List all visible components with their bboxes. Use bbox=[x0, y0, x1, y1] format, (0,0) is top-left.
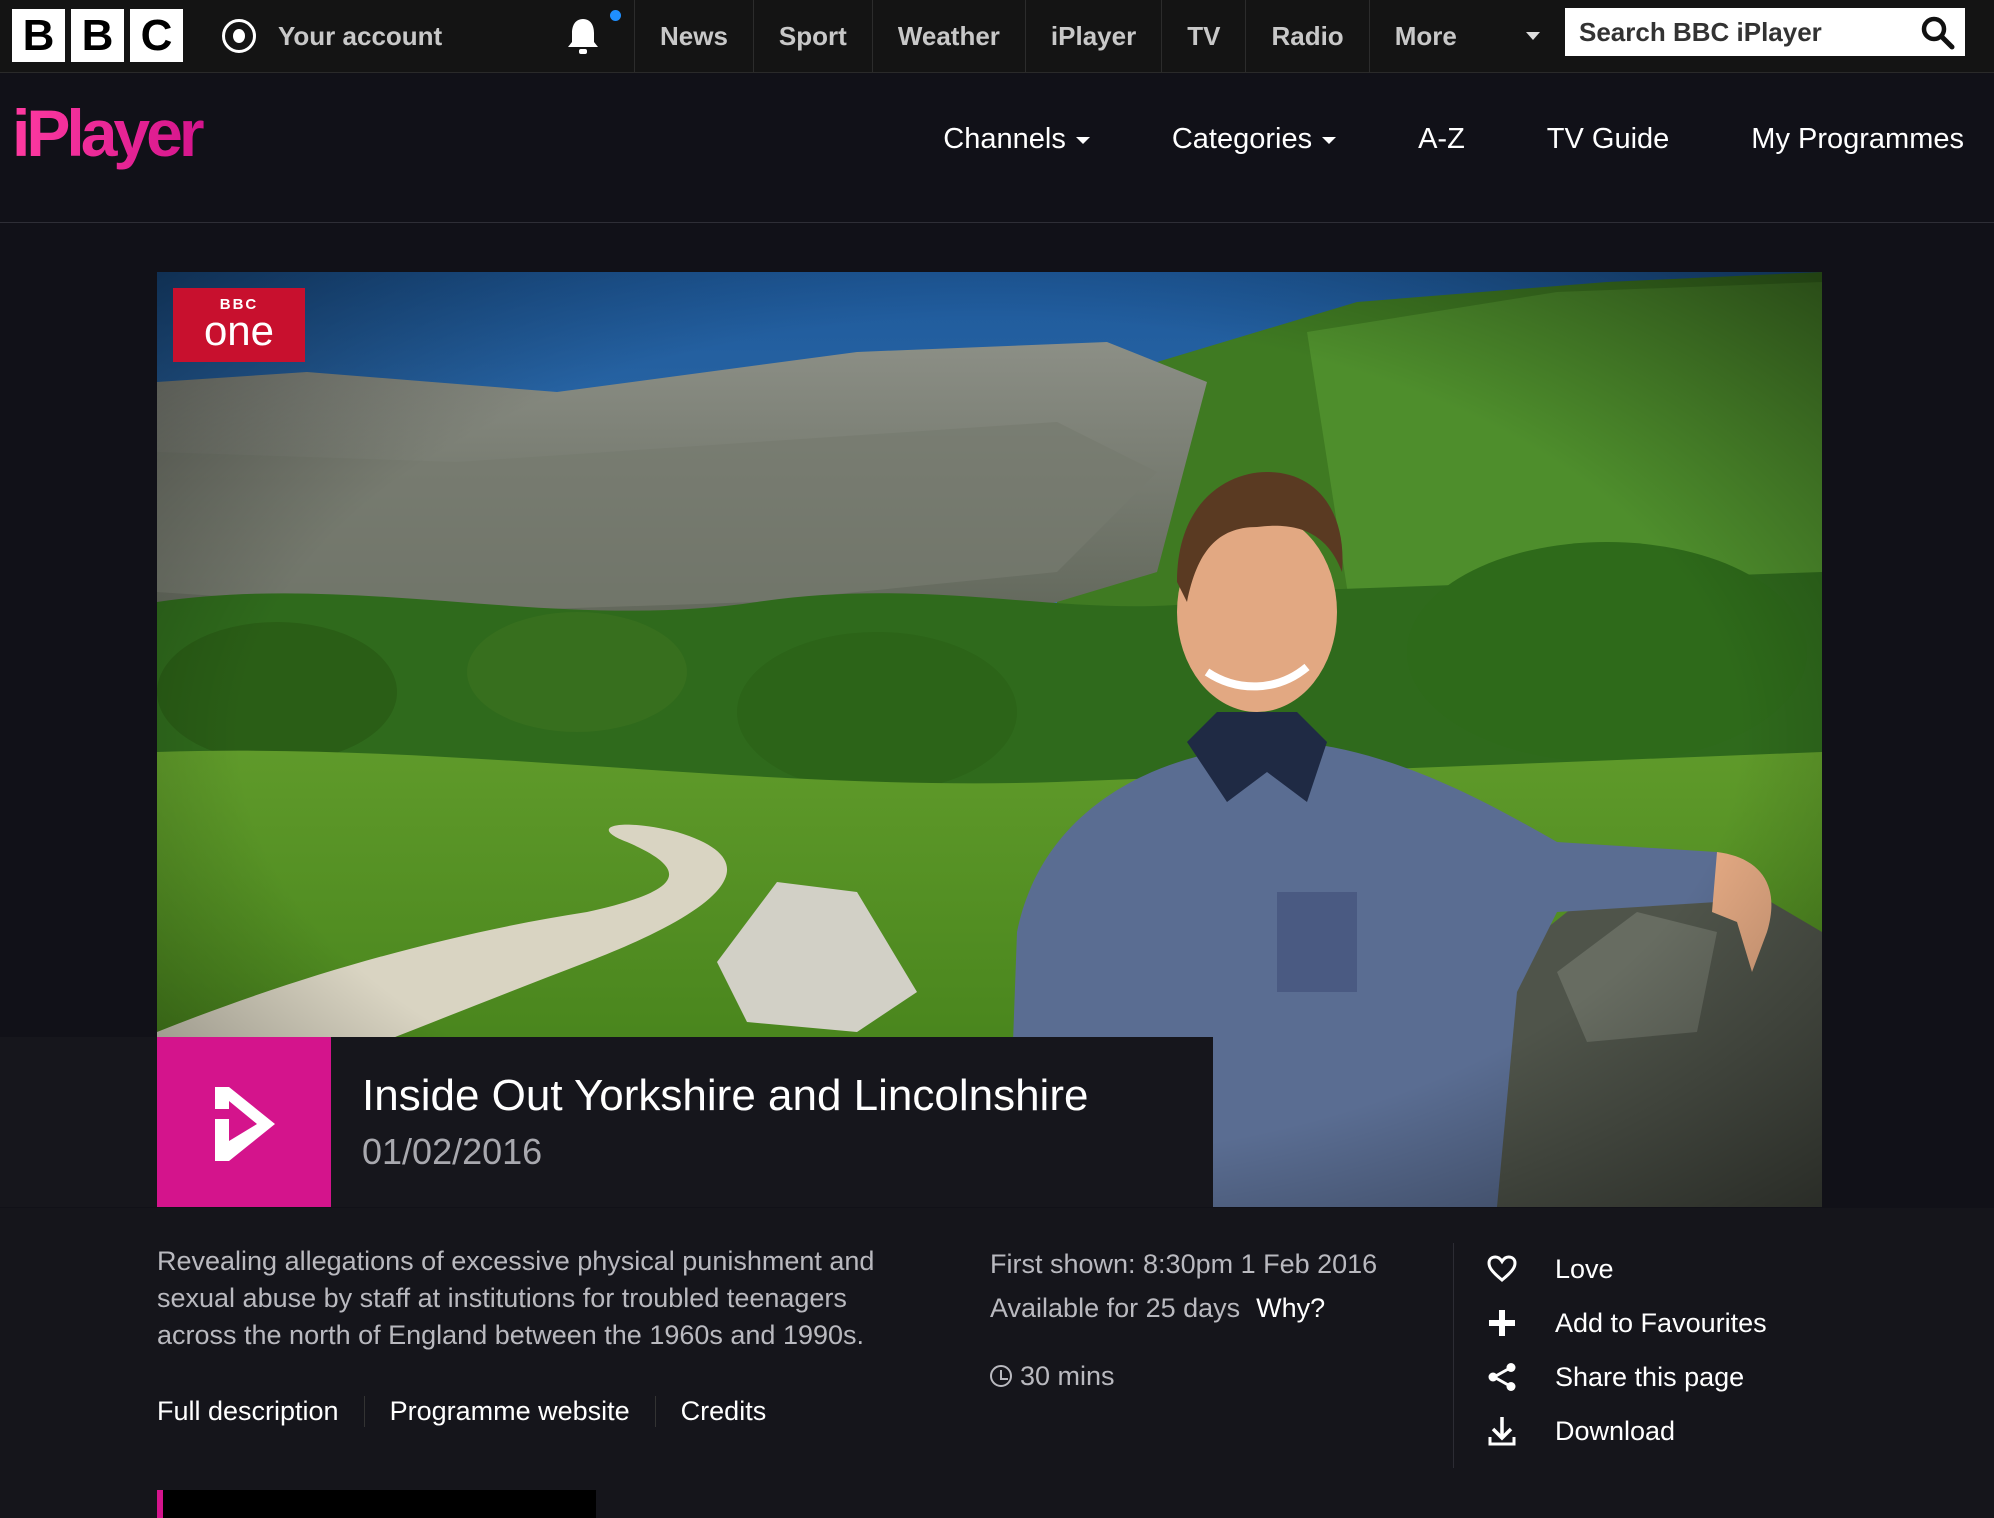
notification-bell-icon[interactable] bbox=[565, 16, 601, 56]
share-icon bbox=[1488, 1363, 1516, 1391]
first-shown: First shown: 8:30pm 1 Feb 2016 bbox=[990, 1249, 1378, 1279]
episodes-panel-edge bbox=[157, 1490, 596, 1518]
nav-weather[interactable]: Weather bbox=[871, 0, 1025, 72]
bbc-one-channel-badge: BBC one bbox=[173, 288, 305, 362]
nav-tv[interactable]: TV bbox=[1161, 0, 1245, 72]
availability: Available for 25 days bbox=[990, 1293, 1241, 1323]
bbc-global-nav: News Sport Weather iPlayer TV Radio More bbox=[634, 0, 1482, 72]
channel-badge-name: one bbox=[203, 307, 275, 354]
nav-channels[interactable]: Channels bbox=[943, 123, 1090, 156]
availability-row: Available for 25 days Why? bbox=[990, 1286, 1377, 1330]
bbc-logo-letter: B bbox=[12, 9, 65, 62]
nav-iplayer[interactable]: iPlayer bbox=[1024, 0, 1161, 72]
search-input[interactable] bbox=[1565, 8, 1895, 56]
bbc-logo-letter: C bbox=[130, 9, 183, 62]
full-description-link[interactable]: Full description bbox=[157, 1396, 364, 1427]
iplayer-play-badge[interactable] bbox=[157, 1037, 331, 1207]
account-label: Your account bbox=[278, 20, 443, 51]
download-icon bbox=[1488, 1417, 1516, 1446]
nav-more[interactable]: More bbox=[1368, 0, 1482, 72]
love-button[interactable]: Love bbox=[1485, 1242, 1767, 1296]
search-box bbox=[1565, 8, 1965, 56]
why-link[interactable]: Why? bbox=[1256, 1293, 1325, 1323]
nav-categories[interactable]: Categories bbox=[1171, 123, 1337, 156]
share-label: Share this page bbox=[1555, 1361, 1745, 1392]
duration-row: 30 mins bbox=[990, 1354, 1377, 1398]
iplayer-play-icon bbox=[215, 1087, 275, 1161]
clock-icon bbox=[990, 1365, 1012, 1387]
heart-icon bbox=[1487, 1255, 1517, 1282]
iplayer-nav: iPlayer Channels Categories A-Z TV Guide… bbox=[0, 72, 1994, 223]
download-label: Download bbox=[1555, 1415, 1676, 1446]
chevron-down-icon bbox=[1075, 137, 1090, 144]
nav-categories-label: Categories bbox=[1171, 123, 1313, 155]
credits-link[interactable]: Credits bbox=[654, 1396, 792, 1427]
add-to-favourites-button[interactable]: Add to Favourites bbox=[1485, 1296, 1767, 1350]
nav-sport[interactable]: Sport bbox=[752, 0, 872, 72]
programme-website-link[interactable]: Programme website bbox=[363, 1396, 655, 1427]
nav-news[interactable]: News bbox=[634, 0, 753, 72]
iplayer-logo[interactable]: iPlayer bbox=[10, 98, 240, 178]
programme-date: 01/02/2016 bbox=[362, 1131, 543, 1172]
chevron-down-icon bbox=[1322, 137, 1337, 144]
programme-title: Inside Out Yorkshire and Lincolnshire bbox=[362, 1071, 1089, 1120]
programme-description: Revealing allegations of excessive physi… bbox=[157, 1246, 875, 1350]
programme-info: Revealing allegations of excessive physi… bbox=[0, 1208, 1994, 1518]
programme-title-block: Inside Out Yorkshire and Lincolnshire 01… bbox=[157, 1037, 1213, 1207]
notification-dot bbox=[610, 10, 621, 21]
account-icon bbox=[222, 19, 256, 53]
title-strip bbox=[0, 1037, 157, 1207]
account-link[interactable]: Your account bbox=[222, 0, 442, 72]
nav-my-programmes[interactable]: My Programmes bbox=[1751, 123, 1964, 156]
nav-radio[interactable]: Radio bbox=[1245, 0, 1368, 72]
share-button[interactable]: Share this page bbox=[1485, 1350, 1767, 1404]
nav-channels-label: Channels bbox=[943, 123, 1066, 155]
download-button[interactable]: Download bbox=[1485, 1404, 1767, 1458]
nav-a-z[interactable]: A-Z bbox=[1418, 123, 1465, 156]
programme-links: Full description Programme website Credi… bbox=[157, 1396, 791, 1427]
actions-divider bbox=[1453, 1243, 1454, 1468]
programme-actions: Love Add to Favourites Share this page D… bbox=[1485, 1242, 1767, 1458]
programme-meta: First shown: 8:30pm 1 Feb 2016 Available… bbox=[990, 1242, 1377, 1398]
bbc-logo[interactable]: B B C bbox=[12, 9, 183, 62]
iplayer-logo-text: iPlayer bbox=[12, 98, 204, 170]
search-icon[interactable] bbox=[1919, 14, 1957, 52]
iplayer-main-nav: Channels Categories A-Z TV Guide My Prog… bbox=[861, 72, 1964, 207]
plus-icon bbox=[1489, 1310, 1515, 1336]
love-label: Love bbox=[1555, 1253, 1614, 1284]
duration: 30 mins bbox=[1020, 1361, 1115, 1391]
bbc-logo-letter: B bbox=[71, 9, 124, 62]
nav-tv-guide[interactable]: TV Guide bbox=[1547, 123, 1670, 156]
more-chevron-down-icon[interactable] bbox=[1498, 0, 1568, 72]
bbc-global-bar: B B C Your account News Sport Weather iP… bbox=[0, 0, 1994, 73]
add-to-favourites-label: Add to Favourites bbox=[1555, 1307, 1767, 1338]
